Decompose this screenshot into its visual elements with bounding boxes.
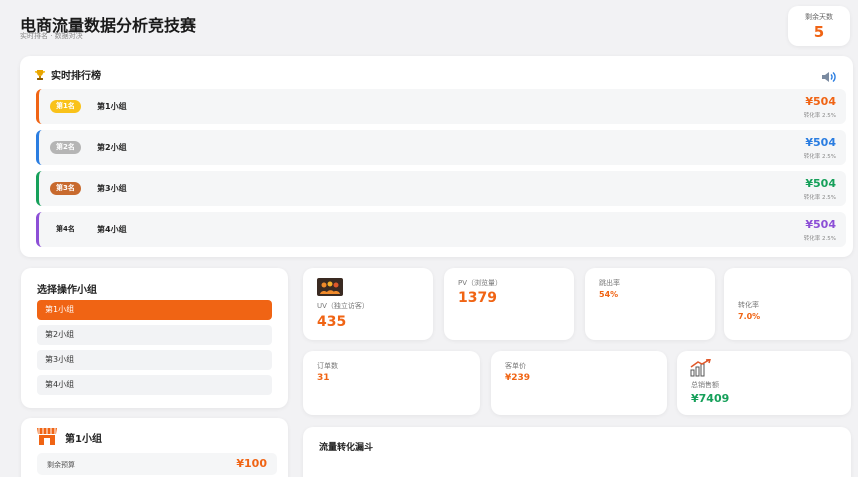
funnel-card: 流量转化漏斗	[303, 427, 851, 477]
conversion-label: 转化率	[738, 301, 759, 309]
rank-conversion: 转化率 2.5%	[803, 154, 836, 160]
group-select-title: 选择操作小组	[37, 285, 97, 296]
aov-value: ¥239	[505, 373, 531, 383]
group-button-4[interactable]: 第4小组	[37, 375, 272, 395]
uv-label: UV（独立访客）	[317, 302, 369, 310]
budget-value: ¥100	[236, 457, 267, 470]
bounce-label: 跳出率	[599, 279, 620, 287]
visitors-icon	[317, 278, 343, 300]
rank-badge: 第1名	[50, 100, 81, 113]
rank-group-name: 第3小组	[97, 184, 127, 193]
rank-group-name: 第4小组	[97, 225, 127, 234]
rank-conversion: 转化率 2.5%	[803, 195, 836, 201]
orders-label: 订单数	[317, 362, 338, 370]
growth-chart-icon	[690, 358, 712, 381]
budget-group-title: 第1小组	[65, 434, 102, 445]
aov-label: 客单价	[505, 362, 526, 370]
sales-label: 总销售额	[691, 381, 719, 389]
uv-card: UV（独立访客） 435	[303, 268, 433, 340]
days-remaining-value: 5	[813, 23, 825, 41]
speaker-icon[interactable]	[821, 68, 837, 87]
conversion-card: 转化率 7.0%	[724, 268, 851, 340]
pv-card: PV（浏览量） 1379	[444, 268, 574, 340]
rank-sales: ¥504	[805, 177, 836, 190]
group-select-card: 选择操作小组 第1小组 第2小组 第3小组 第4小组	[21, 268, 288, 408]
rank-badge: 第3名	[50, 182, 81, 195]
trophy-icon	[34, 69, 46, 81]
budget-card: 第1小组 剩余预算 ¥100	[21, 418, 288, 477]
ranking-title: 实时排行榜	[51, 71, 101, 82]
rank-row-1[interactable]: 第1名 第1小组 ¥504 转化率 2.5%	[36, 89, 846, 124]
rank-row-2[interactable]: 第2名 第2小组 ¥504 转化率 2.5%	[36, 130, 846, 165]
rank-badge: 第4名	[56, 225, 75, 233]
aov-card: 客单价 ¥239	[491, 351, 667, 415]
orders-card: 订单数 31	[303, 351, 480, 415]
uv-value: 435	[317, 314, 347, 330]
pv-label: PV（浏览量）	[458, 279, 503, 287]
rank-conversion: 转化率 2.5%	[803, 113, 836, 119]
sales-value: ¥7409	[691, 392, 730, 405]
funnel-title: 流量转化漏斗	[319, 443, 374, 453]
orders-value: 31	[317, 373, 330, 383]
page-subtitle: 实时排名 · 数据对决	[20, 32, 83, 40]
days-remaining-card: 剩余天数 5	[788, 6, 850, 46]
ranking-header: 实时排行榜	[34, 67, 101, 82]
budget-label: 剩余预算	[47, 461, 75, 469]
pv-value: 1379	[458, 290, 497, 306]
rank-sales: ¥504	[805, 136, 836, 149]
group-button-2[interactable]: 第2小组	[37, 325, 272, 345]
rank-badge: 第2名	[50, 141, 81, 154]
ranking-card: 实时排行榜 第1名 第1小组 ¥504 转化率 2.5% 第2名 第2小组 ¥5…	[20, 56, 853, 257]
group-button-1[interactable]: 第1小组	[37, 300, 272, 320]
rank-conversion: 转化率 2.5%	[803, 236, 836, 242]
rank-group-name: 第1小组	[97, 102, 127, 111]
conversion-value: 7.0%	[738, 312, 761, 321]
group-button-3[interactable]: 第3小组	[37, 350, 272, 370]
sales-card: 总销售额 ¥7409	[677, 351, 851, 415]
rank-sales: ¥504	[805, 218, 836, 231]
rank-row-4[interactable]: 第4名 第4小组 ¥504 转化率 2.5%	[36, 212, 846, 247]
rank-row-3[interactable]: 第3名 第3小组 ¥504 转化率 2.5%	[36, 171, 846, 206]
budget-row: 剩余预算 ¥100	[37, 453, 277, 475]
bounce-value: 54%	[599, 290, 619, 299]
store-icon	[36, 426, 58, 450]
rank-sales: ¥504	[805, 95, 836, 108]
bounce-card: 跳出率 54%	[585, 268, 715, 340]
rank-group-name: 第2小组	[97, 143, 127, 152]
days-remaining-label: 剩余天数	[805, 13, 833, 21]
